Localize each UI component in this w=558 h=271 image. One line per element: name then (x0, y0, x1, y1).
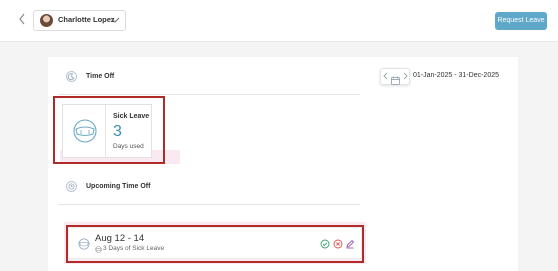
date-range-label: 01-Jan-2025 - 31-Dec-2025 (413, 72, 499, 79)
request-leave-button[interactable]: Request Leave (495, 12, 547, 30)
avatar (40, 14, 53, 27)
highlight-box (66, 225, 364, 263)
clock-icon (66, 181, 77, 192)
date-range-navigator (380, 68, 410, 85)
upcoming-title: Upcoming Time Off (86, 183, 151, 190)
chevron-down-icon (110, 17, 120, 23)
time-off-title: Time Off (86, 73, 115, 80)
prev-period-button[interactable] (383, 72, 389, 82)
user-name: Charlotte Lopez (58, 15, 115, 24)
back-button[interactable] (15, 13, 29, 29)
calendar-icon[interactable] (391, 72, 400, 85)
divider (58, 94, 360, 95)
highlight-box (53, 96, 165, 164)
chevron-left-icon (19, 13, 25, 25)
user-select-dropdown[interactable]: Charlotte Lopez (33, 10, 126, 31)
top-bar: Charlotte Lopez Request Leave (0, 0, 558, 42)
chevron-right-icon (403, 72, 408, 80)
chevron-left-icon (383, 72, 388, 80)
moon-icon (66, 71, 77, 82)
divider (58, 204, 360, 205)
next-period-button[interactable] (403, 72, 409, 82)
